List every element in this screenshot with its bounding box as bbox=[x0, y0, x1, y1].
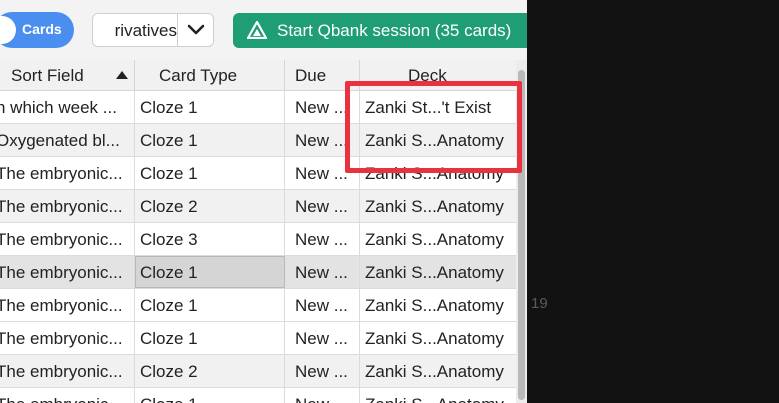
table-row[interactable]: The embryonic... Cloze 3 New ... Zanki S… bbox=[0, 223, 516, 256]
background-window-fragment: 19 bbox=[531, 295, 548, 312]
cell-sort-field: The embryonic... bbox=[0, 223, 135, 255]
table-row[interactable]: The embryonic... Cloze 1 New ... Zanki S… bbox=[0, 388, 516, 403]
triangle-logo-icon bbox=[246, 20, 268, 44]
column-header-sort-field[interactable]: Sort Field bbox=[0, 60, 135, 90]
cell-deck: Zanki S...Anatomy bbox=[365, 362, 504, 381]
toolbar: Cards rivatives Start Qbank session (35 … bbox=[0, 0, 527, 60]
cell-due: New ... bbox=[285, 322, 360, 354]
cell-card-type: Cloze 1 bbox=[135, 388, 285, 403]
cell-sort-field: The embryonic... bbox=[0, 157, 135, 189]
cell-deck: Zanki S...Anatomy bbox=[365, 263, 504, 282]
browser-window: Cards rivatives Start Qbank session (35 … bbox=[0, 0, 527, 403]
cell-sort-field: The embryonic... bbox=[0, 289, 135, 321]
cell-card-type: Cloze 1 bbox=[135, 124, 285, 156]
toggle-label: Cards bbox=[22, 21, 62, 37]
table-row[interactable]: The embryonic... Cloze 2 New ... Zanki S… bbox=[0, 355, 516, 388]
table-row[interactable]: The embryonic... Cloze 2 New ... Zanki S… bbox=[0, 190, 516, 223]
cell-due: New ... bbox=[285, 256, 360, 288]
table-row[interactable]: The embryonic... Cloze 1 New ... Zanki S… bbox=[0, 322, 516, 355]
cell-sort-field: The embryonic... bbox=[0, 388, 135, 403]
column-header-label: Due bbox=[295, 66, 327, 85]
sort-ascending-icon bbox=[116, 71, 128, 79]
cell-sort-field: Oxygenated bl... bbox=[0, 124, 135, 156]
table-row[interactable]: The embryonic... Cloze 1 New ... Zanki S… bbox=[0, 289, 516, 322]
toggle-knob[interactable] bbox=[0, 16, 16, 44]
cell-card-type: Cloze 2 bbox=[135, 190, 285, 222]
cell-due: New ... bbox=[285, 190, 360, 222]
cell-card-type: Cloze 2 bbox=[135, 355, 285, 387]
cell-card-type: Cloze 1 bbox=[135, 91, 285, 123]
chevron-down-icon[interactable] bbox=[177, 14, 213, 46]
column-header-card-type[interactable]: Card Type bbox=[135, 60, 285, 90]
cell-sort-field: The embryonic... bbox=[0, 322, 135, 354]
annotation-highlight-box bbox=[345, 81, 522, 173]
cell-due: New ... bbox=[285, 223, 360, 255]
deck-select-value: rivatives bbox=[114, 21, 177, 40]
cell-card-type-focused[interactable]: Cloze 1 bbox=[135, 256, 285, 288]
cell-deck: Zanki S...Anatomy bbox=[365, 197, 504, 216]
start-qbank-session-button[interactable]: Start Qbank session (35 cards) bbox=[233, 13, 527, 48]
cell-card-type: Cloze 1 bbox=[135, 289, 285, 321]
table-row-selected[interactable]: The embryonic... Cloze 1 New ... Zanki S… bbox=[0, 256, 516, 289]
cell-due: New ... bbox=[285, 355, 360, 387]
deck-select[interactable]: rivatives bbox=[92, 13, 214, 47]
cell-deck: Zanki S...Anatomy bbox=[360, 388, 516, 403]
cell-card-type: Cloze 1 bbox=[135, 157, 285, 189]
cell-sort-field: The embryonic... bbox=[0, 355, 135, 387]
cell-due: New ... bbox=[285, 388, 360, 403]
column-header-label: Card Type bbox=[159, 66, 238, 85]
cell-deck: Zanki S...Anatomy bbox=[365, 329, 504, 348]
cell-card-type: Cloze 1 bbox=[135, 322, 285, 354]
column-header-label: Sort Field bbox=[11, 66, 84, 85]
cell-sort-field: The embryonic... bbox=[0, 256, 135, 288]
cell-sort-field: The embryonic... bbox=[0, 190, 135, 222]
cell-deck: Zanki S...Anatomy bbox=[365, 230, 504, 249]
qbank-button-label: Start Qbank session (35 cards) bbox=[277, 21, 512, 40]
cell-sort-field: n which week ... bbox=[0, 91, 135, 123]
cards-notes-toggle[interactable]: Cards bbox=[0, 12, 74, 48]
cell-deck: Zanki S...Anatomy bbox=[365, 296, 504, 315]
cell-due: New ... bbox=[285, 289, 360, 321]
cell-card-type: Cloze 3 bbox=[135, 223, 285, 255]
